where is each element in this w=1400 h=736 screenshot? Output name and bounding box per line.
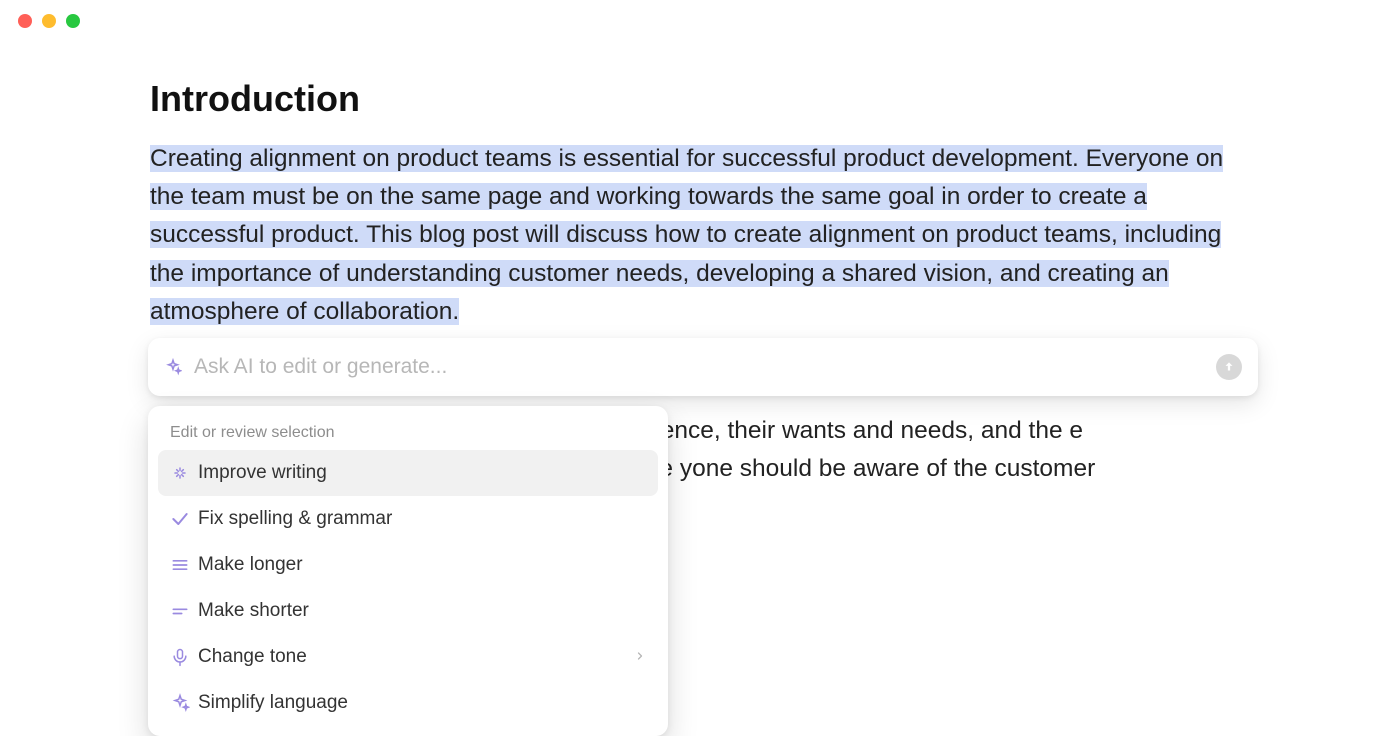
sparkles-icon: [170, 693, 198, 713]
menu-item-label: Fix spelling & grammar: [198, 508, 646, 530]
menu-item-label: Improve writing: [198, 462, 646, 484]
menu-item-make-shorter[interactable]: Make shorter: [158, 588, 658, 634]
heading-introduction[interactable]: Introduction: [150, 78, 1260, 120]
menu-item-change-tone[interactable]: Change tone: [158, 634, 658, 680]
check-icon: [170, 509, 198, 529]
chevron-right-icon: [634, 646, 646, 668]
selected-paragraph[interactable]: Creating alignment on product teams is e…: [150, 140, 1260, 331]
send-button[interactable]: [1216, 354, 1242, 380]
sparkle-icon: [164, 358, 182, 376]
close-window-icon[interactable]: [18, 14, 32, 28]
ai-ask-bar[interactable]: [148, 338, 1258, 396]
minimize-window-icon[interactable]: [42, 14, 56, 28]
window-traffic-lights: [18, 14, 80, 28]
menu-item-improve-writing[interactable]: Improve writing: [158, 450, 658, 496]
menu-item-simplify-language[interactable]: Simplify language: [158, 680, 658, 726]
menu-item-label: Simplify language: [198, 692, 646, 714]
lines-short-icon: [170, 601, 198, 621]
microphone-icon: [170, 647, 198, 667]
ai-prompt-input[interactable]: [194, 355, 1216, 379]
menu-item-label: Make shorter: [198, 600, 646, 622]
maximize-window-icon[interactable]: [66, 14, 80, 28]
sparkle-burst-icon: [170, 463, 198, 483]
menu-item-make-longer[interactable]: Make longer: [158, 542, 658, 588]
menu-section-header: Edit or review selection: [158, 420, 658, 450]
ai-actions-menu: Edit or review selection Improve writing…: [148, 406, 668, 736]
menu-item-fix-spelling-grammar[interactable]: Fix spelling & grammar: [158, 496, 658, 542]
menu-item-label: Make longer: [198, 554, 646, 576]
text-selection-highlight: Creating alignment on product teams is e…: [150, 145, 1223, 325]
menu-item-label: Change tone: [198, 646, 634, 668]
lines-long-icon: [170, 555, 198, 575]
